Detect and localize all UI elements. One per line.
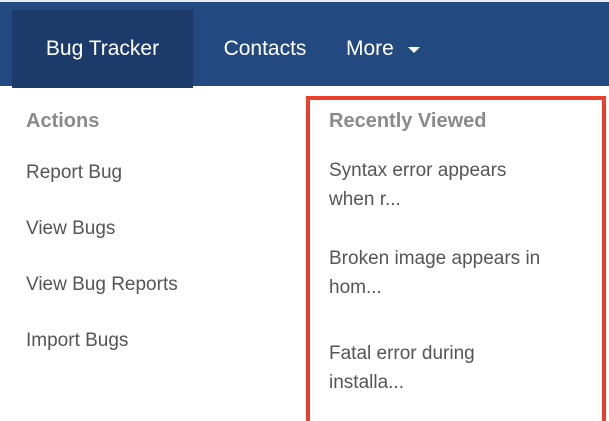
tab-more-label: More xyxy=(346,37,394,60)
page: Bug Tracker Contacts More Actions Report… xyxy=(0,0,609,421)
recent-item[interactable]: Broken image appears in hom... xyxy=(329,244,591,302)
tab-more[interactable]: More xyxy=(346,10,466,88)
recent-item-line: installa... xyxy=(329,372,404,393)
view-bugs-link[interactable]: View Bugs xyxy=(26,218,115,240)
recently-viewed-heading: Recently Viewed xyxy=(329,110,487,132)
recent-item[interactable]: Syntax error appears when r... xyxy=(329,156,591,214)
recent-item-line: Fatal error during xyxy=(329,343,475,364)
tab-contacts[interactable]: Contacts xyxy=(200,10,330,88)
recent-item-line: Syntax error appears xyxy=(329,160,507,181)
view-bug-reports-link[interactable]: View Bug Reports xyxy=(26,274,178,296)
tab-bug-tracker[interactable]: Bug Tracker xyxy=(12,10,193,88)
report-bug-link[interactable]: Report Bug xyxy=(26,162,122,184)
tab-bug-tracker-label: Bug Tracker xyxy=(45,37,160,60)
recent-item-line: when r... xyxy=(329,189,401,210)
recent-item-line: hom... xyxy=(329,277,382,298)
chevron-down-icon xyxy=(407,47,420,53)
actions-heading: Actions xyxy=(26,110,100,132)
recent-item-line: Broken image appears in xyxy=(329,248,541,269)
tab-contacts-label: Contacts xyxy=(223,37,307,60)
import-bugs-link[interactable]: Import Bugs xyxy=(26,330,128,352)
recent-item[interactable]: Fatal error during installa... xyxy=(329,339,591,397)
top-navbar: Bug Tracker Contacts More xyxy=(0,0,609,88)
